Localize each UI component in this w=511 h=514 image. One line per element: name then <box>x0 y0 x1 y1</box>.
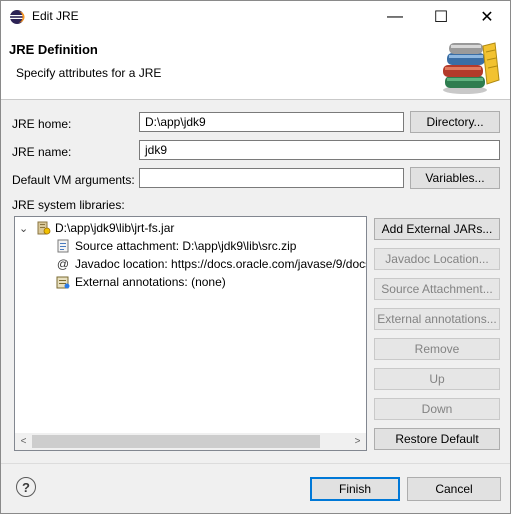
library-books-icon <box>443 42 500 94</box>
header-description: Specify attributes for a JRE <box>16 66 162 80</box>
scroll-left-icon[interactable]: < <box>15 433 32 450</box>
jre-name-field[interactable]: jdk9 <box>139 140 500 160</box>
jre-home-field[interactable]: D:\app\jdk9 <box>139 112 404 132</box>
jar-icon <box>35 220 51 236</box>
finish-button[interactable]: Finish <box>310 477 400 501</box>
jre-libraries-tree[interactable]: ⌄ D:\app\jdk9\lib\jrt-fs.jar Source atta… <box>14 216 367 451</box>
external-annotations-label: External annotations: (none) <box>75 275 226 289</box>
tree-child-item[interactable]: @ Javadoc location: https://docs.oracle.… <box>55 255 367 273</box>
source-attachment-button[interactable]: Source Attachment... <box>374 278 500 300</box>
up-button[interactable]: Up <box>374 368 500 390</box>
jre-libraries-label: JRE system libraries: <box>12 198 125 212</box>
cancel-button[interactable]: Cancel <box>407 477 501 501</box>
external-annotations-button[interactable]: External annotations... <box>374 308 500 330</box>
external-annotations-icon <box>55 274 71 290</box>
javadoc-location-button[interactable]: Javadoc Location... <box>374 248 500 270</box>
jre-name-label: JRE name: <box>12 145 72 159</box>
restore-default-button[interactable]: Restore Default <box>374 428 500 450</box>
footer-separator <box>1 463 510 464</box>
collapse-chevron-icon[interactable]: ⌄ <box>19 222 33 235</box>
jre-home-label: JRE home: <box>12 117 72 131</box>
vm-arguments-label: Default VM arguments: <box>12 173 135 187</box>
title-bar: Edit JRE — ☐ ✕ <box>1 1 510 32</box>
down-button[interactable]: Down <box>374 398 500 420</box>
window-title: Edit JRE <box>32 9 79 23</box>
tree-child-item[interactable]: External annotations: (none) <box>55 273 226 291</box>
directory-button[interactable]: Directory... <box>410 111 500 133</box>
help-icon[interactable]: ? <box>16 477 36 497</box>
scrollbar-thumb[interactable] <box>32 435 320 448</box>
source-attachment-icon <box>55 238 71 254</box>
variables-button[interactable]: Variables... <box>410 167 500 189</box>
minimize-button[interactable]: — <box>372 1 418 32</box>
javadoc-icon: @ <box>56 257 70 271</box>
edit-jre-dialog: Edit JRE — ☐ ✕ JRE Definition Specify at… <box>0 0 511 514</box>
remove-button[interactable]: Remove <box>374 338 500 360</box>
dialog-header: JRE Definition Specify attributes for a … <box>1 32 510 100</box>
eclipse-icon <box>10 10 25 24</box>
source-attachment-label: Source attachment: D:\app\jdk9\lib\src.z… <box>75 239 297 253</box>
javadoc-location-label: Javadoc location: https://docs.oracle.co… <box>75 257 367 271</box>
header-title: JRE Definition <box>9 42 98 57</box>
tree-root-label: D:\app\jdk9\lib\jrt-fs.jar <box>55 221 175 235</box>
maximize-button[interactable]: ☐ <box>418 1 464 32</box>
close-button[interactable]: ✕ <box>464 1 510 32</box>
tree-root-item[interactable]: ⌄ D:\app\jdk9\lib\jrt-fs.jar <box>19 219 174 237</box>
vm-arguments-field[interactable] <box>139 168 404 188</box>
tree-child-item[interactable]: Source attachment: D:\app\jdk9\lib\src.z… <box>55 237 296 255</box>
scroll-right-icon[interactable]: > <box>349 433 366 450</box>
horizontal-scrollbar[interactable]: < > <box>15 433 366 450</box>
add-external-jars-button[interactable]: Add External JARs... <box>374 218 500 240</box>
